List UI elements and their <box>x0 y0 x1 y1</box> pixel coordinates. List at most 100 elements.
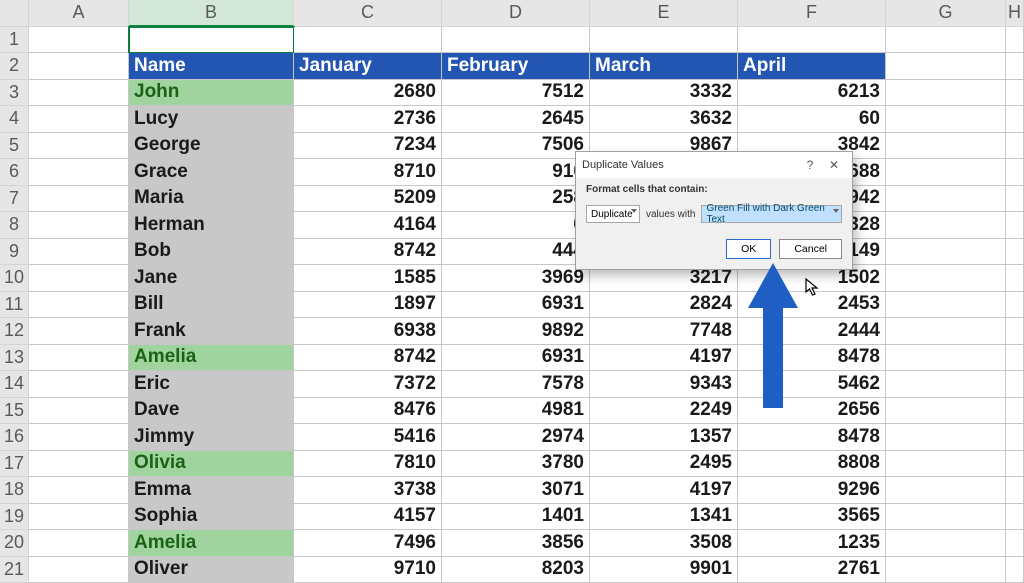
row-header-16[interactable]: 16 <box>0 424 29 451</box>
value-cell[interactable]: 3565 <box>738 504 886 531</box>
value-cell[interactable]: 9296 <box>738 477 886 504</box>
cell[interactable] <box>29 53 129 80</box>
row-header-7[interactable]: 7 <box>0 186 29 213</box>
cell[interactable] <box>29 265 129 292</box>
cell[interactable] <box>1006 80 1024 107</box>
cell[interactable] <box>1006 159 1024 186</box>
cell[interactable] <box>1006 398 1024 425</box>
cell[interactable] <box>738 27 886 54</box>
value-cell[interactable]: 7496 <box>294 530 442 557</box>
help-icon[interactable]: ? <box>798 156 822 174</box>
value-cell[interactable]: 910 <box>442 159 590 186</box>
name-cell[interactable]: Herman <box>129 212 294 239</box>
cell[interactable] <box>1006 345 1024 372</box>
value-cell[interactable]: 3332 <box>590 80 738 107</box>
cell[interactable] <box>442 27 590 54</box>
cell[interactable] <box>886 557 1006 583</box>
cell[interactable] <box>1006 212 1024 239</box>
value-cell[interactable]: 444 <box>442 239 590 266</box>
name-cell[interactable]: Oliver <box>129 557 294 583</box>
row-header-5[interactable]: 5 <box>0 133 29 160</box>
cell[interactable] <box>1006 424 1024 451</box>
value-cell[interactable]: 4157 <box>294 504 442 531</box>
value-cell[interactable]: 3071 <box>442 477 590 504</box>
cell[interactable] <box>29 106 129 133</box>
value-cell[interactable]: 2645 <box>442 106 590 133</box>
value-cell[interactable]: 9343 <box>590 371 738 398</box>
name-cell[interactable]: Bob <box>129 239 294 266</box>
row-header-8[interactable]: 8 <box>0 212 29 239</box>
row-header-20[interactable]: 20 <box>0 530 29 557</box>
cell[interactable] <box>29 292 129 319</box>
value-cell[interactable]: 2249 <box>590 398 738 425</box>
cell[interactable] <box>1006 53 1024 80</box>
name-cell[interactable]: Grace <box>129 159 294 186</box>
value-cell[interactable]: 2974 <box>442 424 590 451</box>
col-header-A[interactable]: A <box>29 0 129 27</box>
cell[interactable] <box>590 27 738 54</box>
cell[interactable] <box>1006 239 1024 266</box>
row-header-13[interactable]: 13 <box>0 345 29 372</box>
cell[interactable] <box>29 133 129 160</box>
value-cell[interactable]: 2680 <box>294 80 442 107</box>
value-cell[interactable]: 1897 <box>294 292 442 319</box>
name-cell[interactable]: Amelia <box>129 530 294 557</box>
value-cell[interactable]: 4981 <box>442 398 590 425</box>
cell[interactable] <box>29 27 129 54</box>
cell[interactable] <box>1006 265 1024 292</box>
value-cell[interactable]: 3738 <box>294 477 442 504</box>
cell[interactable] <box>886 159 1006 186</box>
row-header-9[interactable]: 9 <box>0 239 29 266</box>
value-cell[interactable]: 1235 <box>738 530 886 557</box>
value-cell[interactable]: 60 <box>738 106 886 133</box>
value-cell[interactable]: 9901 <box>590 557 738 583</box>
table-header-month[interactable]: January <box>294 53 442 80</box>
value-cell[interactable]: 6213 <box>738 80 886 107</box>
value-cell[interactable]: 2495 <box>590 451 738 478</box>
value-cell[interactable]: 4164 <box>294 212 442 239</box>
name-cell[interactable]: Frank <box>129 318 294 345</box>
cell[interactable] <box>886 371 1006 398</box>
value-cell[interactable]: 1341 <box>590 504 738 531</box>
value-cell[interactable]: 6931 <box>442 292 590 319</box>
close-icon[interactable]: ✕ <box>822 156 846 174</box>
row-header-1[interactable]: 1 <box>0 27 29 54</box>
value-cell[interactable]: 2444 <box>738 318 886 345</box>
cell[interactable] <box>886 318 1006 345</box>
value-cell[interactable]: 1357 <box>590 424 738 451</box>
cell[interactable] <box>29 239 129 266</box>
row-header-21[interactable]: 21 <box>0 557 29 583</box>
row-header-17[interactable]: 17 <box>0 451 29 478</box>
value-cell[interactable]: 8478 <box>738 345 886 372</box>
cell[interactable] <box>886 292 1006 319</box>
value-cell[interactable]: 7578 <box>442 371 590 398</box>
value-cell[interactable]: 9892 <box>442 318 590 345</box>
table-header-month[interactable]: April <box>738 53 886 80</box>
value-cell[interactable]: 2656 <box>738 398 886 425</box>
cell[interactable] <box>1006 504 1024 531</box>
row-header-10[interactable]: 10 <box>0 265 29 292</box>
cell[interactable] <box>29 451 129 478</box>
col-header-C[interactable]: C <box>294 0 442 27</box>
cell[interactable] <box>886 477 1006 504</box>
name-cell[interactable]: Lucy <box>129 106 294 133</box>
cell[interactable] <box>1006 318 1024 345</box>
cell[interactable] <box>1006 530 1024 557</box>
cell[interactable] <box>129 27 294 54</box>
cell[interactable] <box>29 318 129 345</box>
col-header-H[interactable]: H <box>1006 0 1024 27</box>
value-cell[interactable]: 2453 <box>738 292 886 319</box>
value-cell[interactable]: 5462 <box>738 371 886 398</box>
value-cell[interactable]: 6931 <box>442 345 590 372</box>
value-cell[interactable]: 7372 <box>294 371 442 398</box>
col-header-F[interactable]: F <box>738 0 886 27</box>
cell[interactable] <box>886 398 1006 425</box>
row-header-12[interactable]: 12 <box>0 318 29 345</box>
row-header-11[interactable]: 11 <box>0 292 29 319</box>
name-cell[interactable]: Maria <box>129 186 294 213</box>
col-header-G[interactable]: G <box>886 0 1006 27</box>
table-header-month[interactable]: February <box>442 53 590 80</box>
name-cell[interactable]: Jimmy <box>129 424 294 451</box>
cell[interactable] <box>1006 477 1024 504</box>
cell[interactable] <box>1006 557 1024 583</box>
